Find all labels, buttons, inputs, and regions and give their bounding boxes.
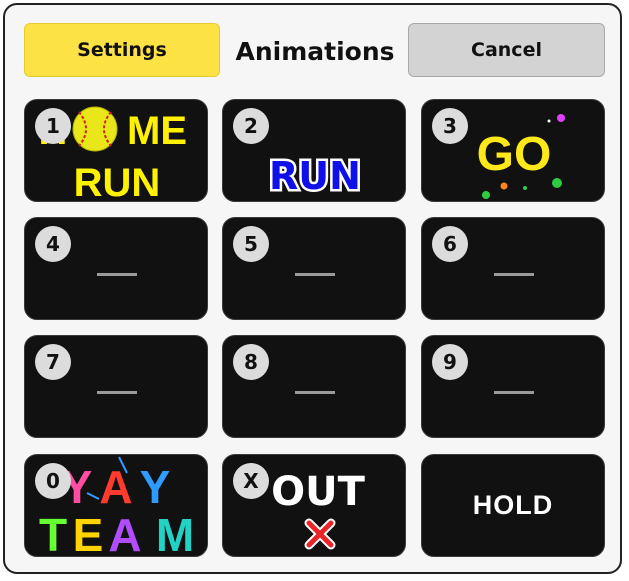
red-x-icon [304,518,336,550]
confetti-dot [500,182,508,190]
art-letter: A [99,461,132,513]
settings-button[interactable]: Settings [24,23,220,77]
tile-key-badge: 3 [432,108,468,144]
art-text-out: OUT [271,469,365,515]
empty-slot-dash [295,273,335,276]
confetti-dot [552,178,562,188]
art-text-run-blue: RUN [269,154,361,198]
animation-tile-3[interactable]: GO 3 [421,99,605,202]
softball-icon [72,106,118,152]
empty-slot-dash [295,391,335,394]
animation-tile-x[interactable]: OUT X [222,454,406,557]
tile-key-badge: 7 [35,344,71,380]
confetti-dot [523,186,527,190]
art-letter: T [39,509,67,557]
tile-key-badge: X [233,463,269,499]
animation-tile-4[interactable]: 4 [24,217,208,320]
art-text-run: RUN [74,161,161,202]
empty-slot-dash [97,273,137,276]
art-letter: A [108,509,141,557]
hold-tile[interactable]: HOLD [421,454,605,557]
empty-slot-dash [494,391,534,394]
empty-slot-dash [494,273,534,276]
tile-key-badge: 8 [233,344,269,380]
animation-tile-7[interactable]: 7 [24,335,208,438]
animation-tile-6[interactable]: 6 [421,217,605,320]
animation-tile-1[interactable]: H ME RUN 1 [24,99,208,202]
animation-tile-2[interactable]: RUN 2 [222,99,406,202]
tile-key-badge: 4 [35,226,71,262]
confetti-dot [482,191,490,199]
tile-key-badge: 0 [35,463,71,499]
tile-key-badge: 5 [233,226,269,262]
animation-tile-5[interactable]: 5 [222,217,406,320]
art-text-me: ME [127,109,187,153]
cancel-button[interactable]: Cancel [408,23,605,77]
animation-tile-8[interactable]: 8 [222,335,406,438]
tile-key-badge: 6 [432,226,468,262]
hold-label: HOLD [472,490,554,520]
art-letter: Y [140,461,171,513]
art-letter: E [73,509,104,557]
animation-tile-9[interactable]: 9 [421,335,605,438]
confetti-dot [547,119,551,123]
animation-tile-0[interactable]: Y A Y T E A M 0 [24,454,208,557]
tile-key-badge: 1 [35,108,71,144]
tile-key-badge: 2 [233,108,269,144]
art-letter: M [156,509,194,557]
tile-key-badge: 9 [432,344,468,380]
empty-slot-dash [97,391,137,394]
dialog-title: Animations [235,37,395,66]
confetti-dot [557,114,565,122]
art-text-go: GO [477,128,552,181]
